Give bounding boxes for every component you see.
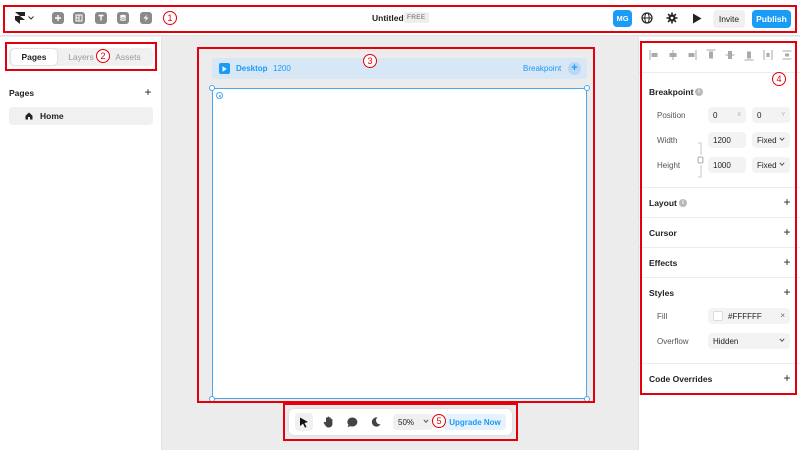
left-panel: Pages Layers Assets Pages + Home (0, 37, 162, 450)
annotation-box-1 (3, 5, 797, 33)
annotation-number-2: 2 (96, 49, 110, 63)
home-icon (25, 112, 33, 120)
page-item-label: Home (40, 111, 64, 121)
page-item-home[interactable]: Home (9, 107, 153, 125)
annotation-box-4 (640, 41, 797, 395)
annotation-box-3 (197, 47, 595, 403)
annotation-number-3: 3 (363, 54, 377, 68)
annotation-number-5: 5 (432, 414, 446, 428)
annotation-box-2 (5, 42, 157, 71)
annotation-number-4: 4 (772, 72, 786, 86)
annotation-number-1: 1 (163, 11, 177, 25)
pages-heading: Pages (9, 88, 35, 98)
annotation-box-5 (283, 403, 518, 441)
add-page-button[interactable]: + (143, 85, 153, 99)
